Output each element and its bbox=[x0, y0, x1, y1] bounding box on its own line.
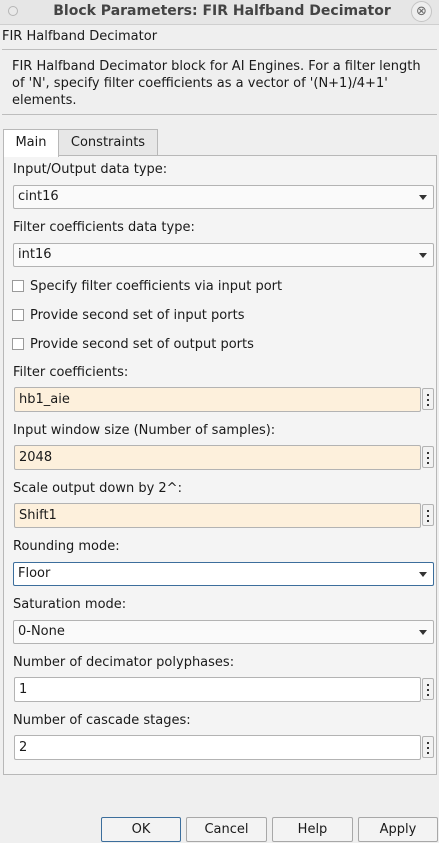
tab-constraints[interactable]: Constraints bbox=[58, 129, 158, 156]
block-description: FIR Halfband Decimator block for AI Engi… bbox=[2, 49, 437, 115]
cascade-stages-input[interactable]: 2 bbox=[14, 735, 421, 760]
apply-button[interactable]: Apply bbox=[358, 817, 438, 842]
rounding-mode-label: Rounding mode: bbox=[13, 539, 120, 554]
checkbox-box[interactable] bbox=[12, 338, 24, 350]
checkbox-box[interactable] bbox=[12, 309, 24, 321]
rounding-mode-select[interactable]: Floor bbox=[13, 562, 434, 586]
chevron-down-icon bbox=[419, 195, 427, 200]
chevron-down-icon bbox=[419, 253, 427, 258]
checkbox-label: Provide second set of output ports bbox=[30, 337, 254, 352]
filter-coeffs-input[interactable]: hb1_aie bbox=[14, 387, 421, 412]
filter-coeffs-menu-button[interactable] bbox=[422, 388, 434, 410]
title-bar[interactable]: Block Parameters: FIR Halfband Decimator… bbox=[0, 0, 439, 25]
help-button[interactable]: Help bbox=[272, 817, 353, 842]
close-button[interactable]: ⊗ bbox=[411, 1, 432, 22]
coef-type-select[interactable]: int16 bbox=[13, 243, 434, 267]
polyphases-label: Number of decimator polyphases: bbox=[13, 655, 235, 670]
window-size-label: Input window size (Number of samples): bbox=[13, 423, 276, 438]
window-size-input[interactable]: 2048 bbox=[14, 445, 421, 470]
scale-output-input[interactable]: Shift1 bbox=[14, 503, 421, 528]
coef-type-label: Filter coefficients data type: bbox=[13, 220, 195, 235]
block-name-label: FIR Halfband Decimator bbox=[2, 29, 158, 44]
checkbox-label: Provide second set of input ports bbox=[30, 308, 245, 323]
chevron-down-icon bbox=[419, 572, 427, 577]
scale-output-label: Scale output down by 2^: bbox=[13, 481, 182, 496]
cancel-button[interactable]: Cancel bbox=[186, 817, 267, 842]
checkbox-box[interactable] bbox=[12, 280, 24, 292]
io-type-label: Input/Output data type: bbox=[13, 162, 168, 177]
polyphases-input[interactable]: 1 bbox=[14, 677, 421, 702]
coef-type-value: int16 bbox=[18, 247, 52, 262]
window-title: Block Parameters: FIR Halfband Decimator bbox=[53, 3, 391, 19]
ok-button[interactable]: OK bbox=[101, 817, 181, 842]
io-type-select[interactable]: cint16 bbox=[13, 185, 434, 209]
saturation-mode-select[interactable]: 0-None bbox=[13, 620, 434, 644]
saturation-mode-value: 0-None bbox=[18, 624, 65, 639]
block-parameters-dialog: Block Parameters: FIR Halfband Decimator… bbox=[0, 0, 439, 843]
tab-main[interactable]: Main bbox=[3, 129, 59, 157]
checkbox-label: Specify filter coefficients via input po… bbox=[30, 279, 283, 294]
saturation-mode-label: Saturation mode: bbox=[13, 597, 127, 612]
scale-output-menu-button[interactable] bbox=[422, 504, 434, 526]
window-size-menu-button[interactable] bbox=[422, 446, 434, 468]
cascade-stages-label: Number of cascade stages: bbox=[13, 713, 191, 728]
main-tab-panel: Input/Output data type: cint16 Filter co… bbox=[3, 155, 437, 775]
filter-coeffs-label: Filter coefficients: bbox=[13, 365, 129, 380]
cascade-stages-menu-button[interactable] bbox=[422, 736, 434, 758]
chevron-down-icon bbox=[419, 630, 427, 635]
polyphases-menu-button[interactable] bbox=[422, 678, 434, 700]
rounding-mode-value: Floor bbox=[18, 566, 51, 581]
io-type-value: cint16 bbox=[18, 189, 59, 204]
